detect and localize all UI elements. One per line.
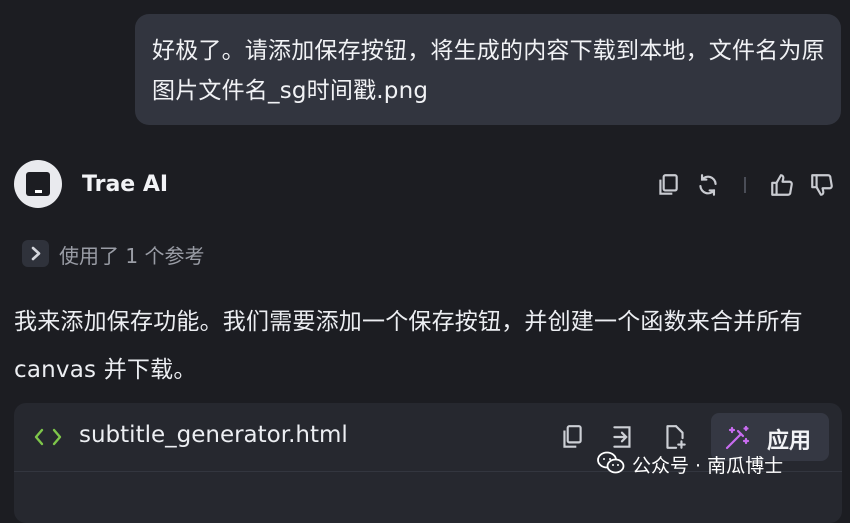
copy-code-icon[interactable] (559, 423, 585, 451)
refresh-icon[interactable] (695, 172, 721, 198)
cursor-mark (35, 190, 42, 193)
insert-icon[interactable] (610, 423, 636, 451)
magic-wand-icon (725, 425, 750, 450)
chevron-right-icon (22, 240, 49, 267)
thumbs-down-icon[interactable] (809, 172, 835, 198)
copy-icon[interactable] (655, 172, 681, 198)
user-message-bubble: 好极了。请添加保存按钮，将生成的内容下载到本地，文件名为原图片文件名_sg时间戳… (135, 14, 841, 125)
header-divider (744, 177, 746, 193)
thumbs-up-icon[interactable] (769, 172, 795, 198)
assistant-avatar (14, 160, 62, 208)
watermark-text: 公众号 · 南瓜博士 (632, 455, 784, 477)
code-icon (34, 428, 62, 446)
code-file-name[interactable]: subtitle_generator.html (79, 422, 348, 448)
assistant-header: Trae AI (14, 160, 844, 210)
new-file-icon[interactable] (662, 423, 688, 451)
user-message-text: 好极了。请添加保存按钮，将生成的内容下载到本地，文件名为原图片文件名_sg时间戳… (152, 38, 825, 104)
references-label: 使用了 1 个参考 (59, 244, 205, 268)
wechat-icon (597, 451, 625, 474)
assistant-name: Trae AI (82, 172, 169, 197)
assistant-message: 我来添加保存功能。我们需要添加一个保存按钮，并创建一个函数来合并所有 canva… (14, 309, 803, 383)
